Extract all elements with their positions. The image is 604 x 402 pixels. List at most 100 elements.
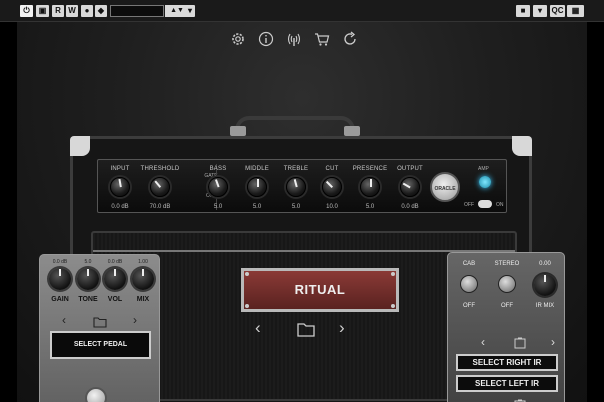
prev-left-ir-icon[interactable]: ‹ bbox=[481, 397, 485, 402]
middle-control: MIDDLE 5.0 bbox=[237, 160, 277, 214]
treble-knob[interactable] bbox=[286, 177, 306, 197]
cab-state: OFF bbox=[463, 303, 475, 309]
control-value: 5.0 bbox=[365, 204, 375, 210]
screw bbox=[391, 272, 395, 276]
treble-control: TREBLE 5.0 bbox=[276, 160, 316, 214]
gain-knob[interactable] bbox=[49, 268, 71, 290]
amp-label: AMP bbox=[478, 166, 489, 172]
control-label: MIX bbox=[136, 296, 150, 303]
stereo-state: OFF bbox=[501, 303, 513, 309]
threshold-knob[interactable] bbox=[150, 177, 170, 197]
mix-knob[interactable] bbox=[132, 268, 154, 290]
threshold-control: THRESHOLD 70.0 dB bbox=[140, 160, 180, 214]
control-label: CUT bbox=[325, 166, 339, 172]
screw bbox=[245, 272, 249, 276]
vol-control: 0.0 dB VOL bbox=[101, 259, 129, 307]
amp-on-label: ON bbox=[496, 202, 504, 208]
cab-control: CAB OFF bbox=[454, 261, 484, 311]
gear-icon[interactable] bbox=[230, 31, 246, 47]
options-dropdown[interactable]: ▾ bbox=[533, 5, 547, 17]
ir-file-icon[interactable] bbox=[514, 337, 526, 349]
control-label: MIDDLE bbox=[245, 166, 269, 172]
bypass-button[interactable]: ● bbox=[81, 5, 93, 17]
broadcast-icon[interactable] bbox=[286, 31, 302, 47]
next-right-ir-icon[interactable]: › bbox=[551, 335, 555, 349]
select-pedal-button[interactable]: SELECT PEDAL bbox=[50, 331, 151, 359]
control-value: 0.0 dB bbox=[52, 259, 68, 265]
output-control: OUTPUT 0.0 dB bbox=[390, 160, 430, 214]
refresh-icon[interactable] bbox=[342, 31, 358, 47]
read-automation-button[interactable]: R bbox=[52, 5, 64, 17]
control-value: 0.0 dB bbox=[107, 259, 123, 265]
screw bbox=[245, 304, 249, 308]
preset-name: RITUAL bbox=[294, 282, 346, 297]
compare-button[interactable]: ▣ bbox=[36, 5, 49, 17]
control-label: BASS bbox=[209, 166, 227, 172]
presence-knob[interactable] bbox=[360, 177, 380, 197]
pedal-footswitch[interactable] bbox=[85, 387, 107, 402]
power-button[interactable]: ⏻ bbox=[20, 5, 33, 17]
bass-knob[interactable] bbox=[208, 177, 228, 197]
dropdown-button[interactable]: ▾ bbox=[185, 5, 195, 17]
screw bbox=[391, 304, 395, 308]
stereo-label: STEREO bbox=[494, 261, 520, 267]
irmix-value: 0.00 bbox=[539, 261, 551, 267]
middle-knob[interactable] bbox=[247, 177, 267, 197]
folder-icon[interactable] bbox=[93, 316, 107, 328]
cut-knob[interactable] bbox=[322, 177, 342, 197]
control-label: TONE bbox=[78, 296, 98, 303]
control-value: 5.0 bbox=[84, 259, 92, 265]
cut-control: CUT 10.0 bbox=[312, 160, 352, 214]
output-knob[interactable] bbox=[400, 177, 420, 197]
control-label: TREBLE bbox=[283, 166, 309, 172]
irmix-knob[interactable] bbox=[534, 274, 556, 296]
irmix-label: IR MIX bbox=[535, 303, 555, 309]
link-button[interactable]: ▦ bbox=[567, 5, 584, 17]
qc-button[interactable]: QC bbox=[550, 5, 565, 17]
tone-knob[interactable] bbox=[77, 268, 99, 290]
amp-power-toggle[interactable] bbox=[478, 200, 492, 208]
select-right-ir-button[interactable]: SELECT RIGHT IR bbox=[456, 354, 558, 371]
select-left-ir-button[interactable]: SELECT LEFT IR bbox=[456, 375, 558, 392]
amp-handle-mount bbox=[230, 126, 246, 136]
amp-corner bbox=[70, 136, 90, 156]
cart-icon[interactable] bbox=[314, 31, 330, 47]
host-toolbar: ⏻ ▣ R W ● ◆ ▲▼ ▾ ■ ▾ QC ▦ bbox=[0, 0, 604, 22]
plugin-window: INPUT 0.0 dB THRESHOLD 70.0 dB GATE OFF … bbox=[17, 22, 587, 402]
control-label: PRESENCE bbox=[352, 166, 388, 172]
gain-control: 0.0 dB GAIN bbox=[46, 259, 74, 307]
camera-icon[interactable]: ■ bbox=[516, 5, 530, 17]
vol-knob[interactable] bbox=[104, 268, 126, 290]
cab-label: CAB bbox=[462, 261, 476, 267]
oracle-logo: ORACLE bbox=[430, 172, 460, 202]
amp-handle bbox=[235, 116, 355, 138]
amp-control-panel: INPUT 0.0 dB THRESHOLD 70.0 dB GATE OFF … bbox=[97, 159, 507, 213]
prev-right-ir-icon[interactable]: ‹ bbox=[481, 335, 485, 349]
input-knob[interactable] bbox=[110, 177, 130, 197]
amp-off-label: OFF bbox=[464, 202, 474, 208]
write-automation-button[interactable]: W bbox=[66, 5, 78, 17]
control-value: 70.0 dB bbox=[149, 204, 171, 210]
preset-name-display[interactable]: RITUAL bbox=[241, 268, 399, 312]
amp-led-button[interactable] bbox=[479, 176, 491, 188]
cab-switch[interactable] bbox=[460, 275, 478, 293]
control-value: 10.0 bbox=[326, 204, 338, 210]
control-value: 0.0 dB bbox=[401, 204, 419, 210]
info-icon[interactable] bbox=[258, 31, 274, 47]
next-left-ir-icon[interactable]: › bbox=[551, 397, 555, 402]
control-value: 5.0 bbox=[291, 204, 301, 210]
input-control: INPUT 0.0 dB bbox=[100, 160, 140, 214]
amp-handle-mount bbox=[344, 126, 360, 136]
prev-preset-icon[interactable]: ‹ bbox=[255, 318, 261, 338]
irmix-control: 0.00 IR MIX bbox=[530, 261, 560, 311]
next-preset-icon[interactable]: › bbox=[339, 318, 345, 338]
stereo-switch[interactable] bbox=[498, 275, 516, 293]
next-pedal-icon[interactable]: › bbox=[133, 313, 137, 327]
prev-pedal-icon[interactable]: ‹ bbox=[62, 313, 66, 327]
top-icon-bar bbox=[230, 31, 360, 49]
preset-field[interactable] bbox=[110, 5, 164, 17]
control-value: 5.0 bbox=[252, 204, 262, 210]
preset-menu-button[interactable]: ◆ bbox=[95, 5, 107, 17]
folder-icon[interactable] bbox=[297, 321, 315, 337]
presence-control: PRESENCE 5.0 bbox=[350, 160, 390, 214]
